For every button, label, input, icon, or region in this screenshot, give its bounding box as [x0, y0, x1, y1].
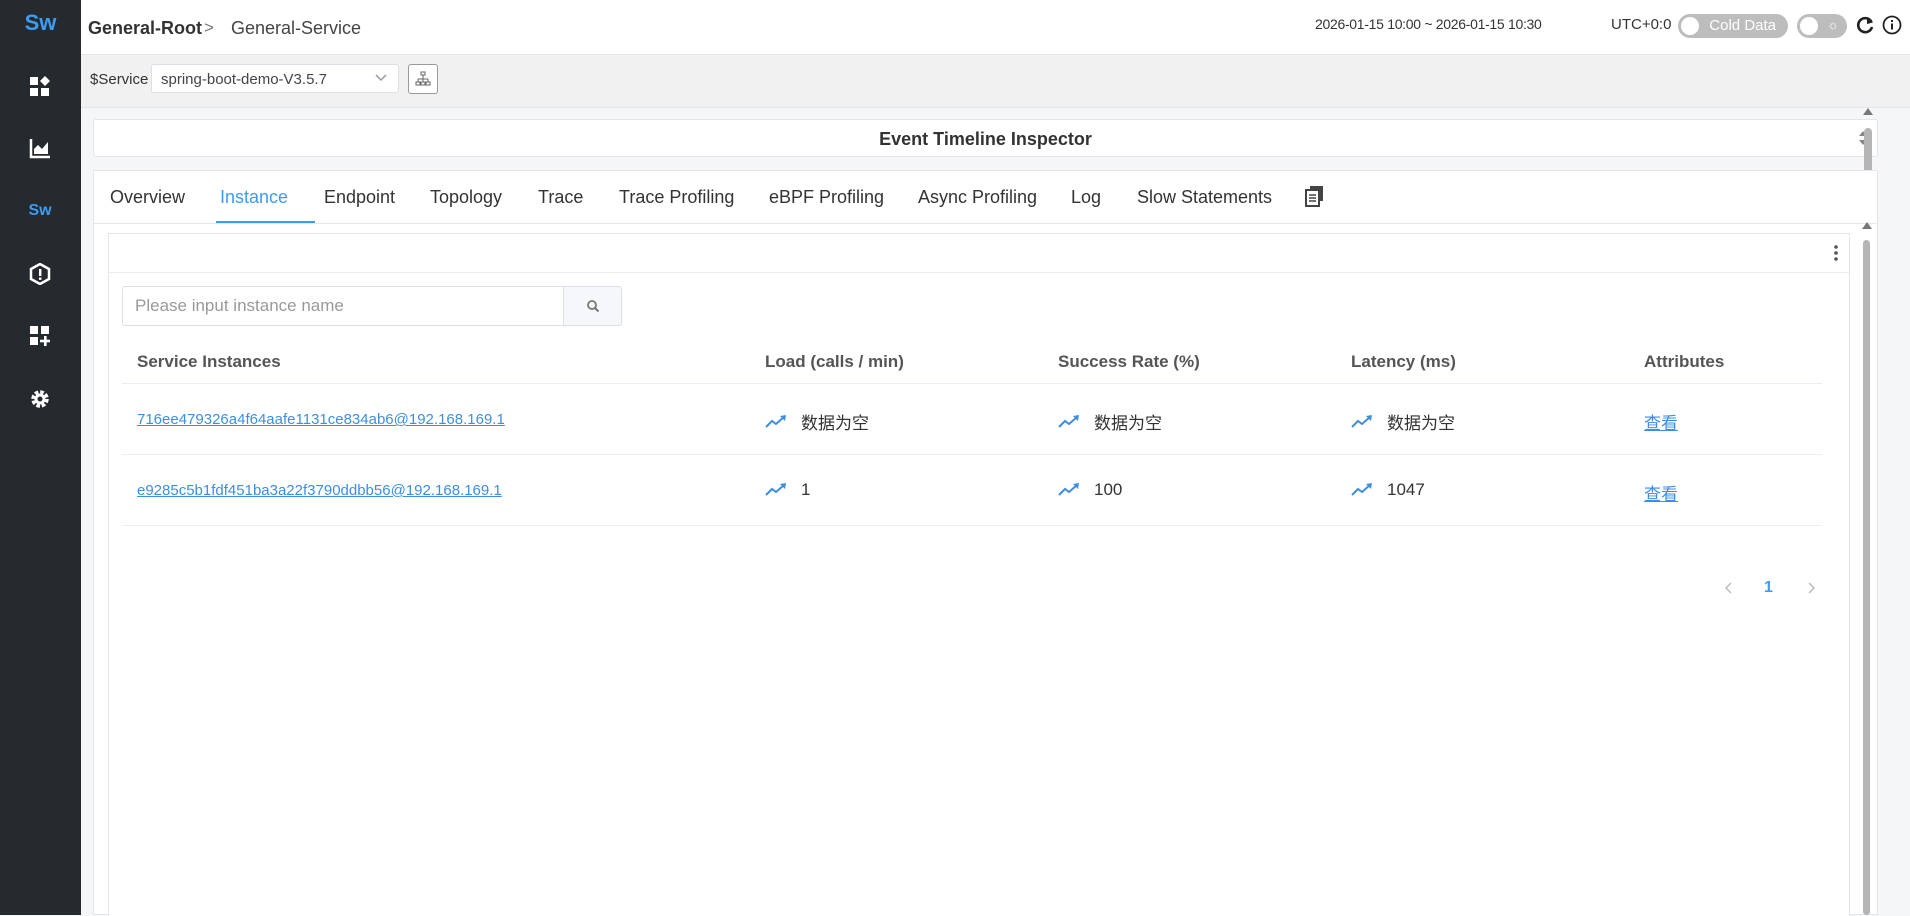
skywalking-logo[interactable]: Sw [0, 10, 81, 40]
tab-endpoint[interactable]: Endpoint [324, 187, 395, 208]
latency-value: 1047 [1387, 480, 1425, 499]
trend-icon[interactable] [765, 414, 787, 429]
column-header: Load (calls / min) [765, 352, 904, 371]
cold-data-label: Cold Data [1709, 17, 1776, 34]
success-rate-value: 数据为空 [1094, 414, 1162, 433]
search-button[interactable] [563, 286, 622, 326]
load-cell: 1 [765, 480, 810, 500]
sidebar: Sw Sw [0, 0, 81, 915]
topology-button[interactable] [408, 64, 438, 94]
column-header: Attributes [1644, 352, 1725, 371]
copy-icon[interactable] [1305, 185, 1325, 212]
sun-icon: ☼ [1827, 17, 1839, 32]
success-rate-value: 100 [1094, 480, 1123, 499]
settings-icon[interactable] [27, 386, 53, 412]
instance-link[interactable]: e9285c5b1fdf451ba3a22f3790ddbb56@192.168… [137, 482, 502, 499]
breadcrumb-separator: > [204, 18, 214, 37]
refresh-icon[interactable] [1854, 14, 1876, 36]
tab-bar: Overview Instance Endpoint Topology Trac… [94, 171, 1877, 224]
chevron-left-icon[interactable] [1724, 581, 1734, 600]
add-widget-icon[interactable] [27, 323, 53, 349]
tab-instance[interactable]: Instance [220, 187, 288, 208]
breadcrumb-service[interactable]: General-Service [231, 18, 361, 39]
top-header: General-Root > General-Service 2026-01-1… [81, 0, 1910, 55]
instance-link[interactable]: 716ee479326a4f64aafe1131ce834ab6@192.168… [137, 411, 505, 428]
tab-trace-profiling[interactable]: Trace Profiling [619, 187, 734, 208]
service-select-value: spring-boot-demo-V3.5.7 [161, 71, 327, 88]
attributes-link[interactable]: 查看 [1644, 480, 1678, 505]
tab-slow-statements[interactable]: Slow Statements [1137, 187, 1272, 208]
timezone-label[interactable]: UTC+0:0 [1611, 16, 1671, 33]
active-tab-indicator [216, 221, 315, 223]
tab-ebpf-profiling[interactable]: eBPF Profiling [769, 187, 884, 208]
service-select[interactable]: spring-boot-demo-V3.5.7 [151, 64, 399, 93]
event-timeline-title: Event Timeline Inspector [879, 129, 1092, 149]
cold-data-toggle[interactable]: Cold Data [1678, 14, 1788, 38]
search-icon [586, 300, 599, 313]
breadcrumb-root[interactable]: General-Root [88, 18, 202, 39]
trend-icon[interactable] [1351, 414, 1373, 429]
chevron-down-icon [374, 70, 388, 89]
info-icon[interactable] [1881, 14, 1903, 36]
pagination: 1 [1724, 579, 1824, 599]
tab-log[interactable]: Log [1071, 187, 1101, 208]
tab-overview[interactable]: Overview [110, 187, 185, 208]
table-row: 716ee479326a4f64aafe1131ce834ab6@192.168… [122, 383, 1822, 454]
widget-scrollbar[interactable] [1862, 222, 1872, 915]
column-header: Service Instances [137, 352, 281, 371]
success-rate-cell: 数据为空 [1058, 409, 1162, 434]
chart-icon[interactable] [27, 135, 53, 161]
scroll-up-arrow[interactable] [1863, 108, 1873, 115]
load-value: 1 [801, 480, 811, 499]
service-label: $Service [90, 71, 149, 88]
main-panel: Overview Instance Endpoint Topology Trac… [93, 170, 1878, 916]
column-header: Latency (ms) [1351, 352, 1456, 371]
hierarchy-icon [415, 71, 431, 86]
load-cell: 数据为空 [765, 409, 869, 434]
instance-search [122, 286, 622, 326]
page-number[interactable]: 1 [1764, 579, 1773, 597]
trend-icon[interactable] [1058, 414, 1080, 429]
widget-header [109, 234, 1849, 273]
latency-cell: 数据为空 [1351, 409, 1455, 434]
load-value: 数据为空 [801, 414, 869, 433]
table-row: e9285c5b1fdf451ba3a22f3790ddbb56@192.168… [122, 454, 1822, 526]
tab-topology[interactable]: Topology [430, 187, 502, 208]
scroll-up-arrow[interactable] [1862, 222, 1872, 229]
more-options-icon[interactable] [1833, 244, 1839, 267]
dashboard-icon[interactable] [27, 74, 53, 100]
theme-toggle[interactable]: ☼ [1797, 14, 1847, 38]
toggle-knob [1800, 17, 1818, 35]
attributes-link[interactable]: 查看 [1644, 409, 1678, 434]
skywalking-icon[interactable]: Sw [27, 198, 53, 224]
success-rate-cell: 100 [1058, 480, 1122, 500]
tab-async-profiling[interactable]: Async Profiling [918, 187, 1037, 208]
toggle-knob [1681, 17, 1699, 35]
instance-list-widget: Service Instances Load (calls / min) Suc… [108, 233, 1850, 916]
column-header: Success Rate (%) [1058, 352, 1200, 371]
instance-search-input[interactable] [122, 286, 564, 326]
event-timeline-bar[interactable]: Event Timeline Inspector [93, 119, 1878, 157]
scrollbar-thumb[interactable] [1863, 240, 1870, 915]
service-selector-bar: $Service spring-boot-demo-V3.5.7 V [81, 55, 1910, 108]
chevron-right-icon[interactable] [1806, 581, 1816, 600]
alarm-icon[interactable] [27, 261, 53, 287]
tab-trace[interactable]: Trace [538, 187, 583, 208]
trend-icon[interactable] [1058, 483, 1080, 497]
trend-icon[interactable] [765, 483, 787, 497]
time-range-picker[interactable]: 2026-01-15 10:00 ~ 2026-01-15 10:30 [1315, 16, 1542, 32]
trend-icon[interactable] [1351, 483, 1373, 497]
latency-value: 数据为空 [1387, 414, 1455, 433]
latency-cell: 1047 [1351, 480, 1425, 500]
